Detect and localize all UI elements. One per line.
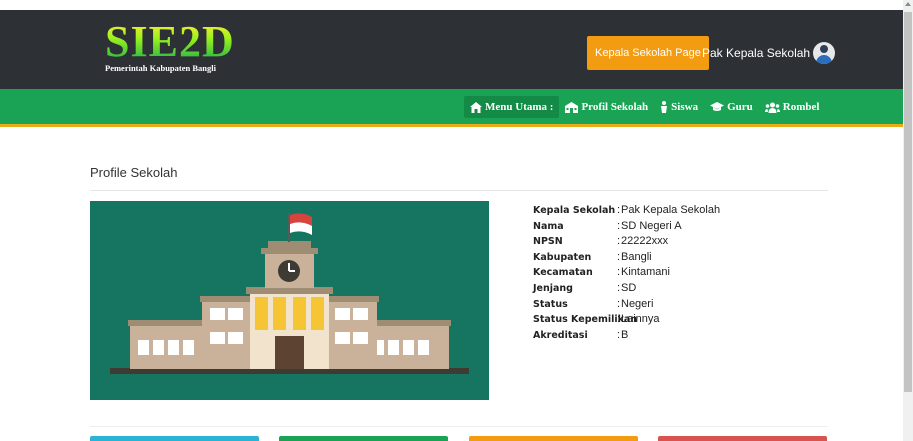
nav-siswa-label: Siswa (671, 101, 699, 113)
info-row-akreditasi: Akreditasi : B (533, 328, 720, 344)
info-row-jenjang: Jenjang : SD (533, 281, 720, 297)
info-row-status: Status : Negeri (533, 297, 720, 313)
user-name: Pak Kepala Sekolah (702, 46, 811, 60)
info-label: Status Kepemilikan (533, 314, 638, 326)
nav-guru-label: Guru (727, 101, 753, 113)
logo-subtitle: Pemerintah Kabupaten Bangli (105, 63, 216, 73)
nav-rombel[interactable]: Rombel (759, 96, 826, 118)
info-value: Pak Kepala Sekolah (621, 204, 721, 216)
nav-siswa[interactable]: Siswa (654, 96, 704, 118)
school-icon (565, 101, 579, 113)
info-row-kabupaten: Kabupaten : Bangli (533, 250, 720, 266)
profile-info-table: Kepala Sekolah : Pak Kepala Sekolah Nama… (533, 203, 720, 343)
page-scrollbar[interactable] (903, 0, 913, 441)
info-value: SD (621, 281, 637, 294)
home-icon (470, 101, 482, 113)
info-value: SD Negeri A (621, 219, 682, 232)
info-value: 22222xxx (621, 235, 669, 248)
app-logo[interactable]: SIE2D Pemerintah Kabupaten Bangli (105, 17, 235, 74)
info-value: Negeri (621, 297, 654, 310)
nav-menu-utama[interactable]: Menu Utama : (464, 96, 560, 118)
stat-card-red[interactable] (658, 436, 827, 441)
nav-guru[interactable]: Guru (704, 96, 759, 118)
nav-profil-sekolah-label: Profil Sekolah (581, 101, 649, 113)
section-divider (90, 426, 828, 427)
avatar-icon (813, 42, 836, 64)
scroll-thumb[interactable] (904, 12, 912, 392)
main-navbar: Menu Utama : Profil Sekolah Siswa Guru R… (0, 89, 903, 127)
info-label: Jenjang (533, 282, 573, 294)
info-label: Nama (533, 220, 564, 232)
student-icon (661, 101, 668, 113)
stat-card-green[interactable] (279, 436, 448, 441)
title-divider (90, 190, 828, 191)
info-label: Kepala Sekolah (533, 205, 616, 216)
stat-card-orange[interactable] (469, 436, 638, 441)
info-row-npsn: NPSN : 22222xxx (533, 234, 720, 250)
school-building-image (90, 201, 489, 400)
nav-menu-utama-label: Menu Utama : (485, 101, 554, 113)
info-value: Kintamani (621, 266, 670, 279)
info-label: Akreditasi (533, 329, 588, 341)
info-row-nama: Nama : SD Negeri A (533, 219, 720, 235)
top-header: SIE2D Pemerintah Kabupaten Bangli Kepala… (0, 10, 903, 89)
info-label: Status (533, 298, 568, 310)
info-value: B (621, 328, 629, 341)
user-menu[interactable]: Pak Kepala Sekolah (702, 38, 836, 68)
graduation-cap-icon (710, 102, 725, 111)
info-value: Bangli (621, 250, 652, 263)
nav-profil-sekolah[interactable]: Profil Sekolah (559, 96, 654, 118)
kepala-sekolah-page-button[interactable]: Kepala Sekolah Page (587, 36, 709, 70)
info-label: Kecamatan (533, 267, 593, 279)
users-icon (764, 102, 780, 113)
logo-title: SIE2D (105, 17, 235, 66)
stat-card-blue[interactable] (90, 436, 259, 441)
info-row-kecamatan: Kecamatan : Kintamani (533, 265, 720, 281)
info-label: Kabupaten (533, 251, 592, 263)
page-title: Profile Sekolah (90, 165, 178, 180)
info-value: Lainnya (621, 313, 660, 326)
scroll-up-arrow-icon[interactable] (905, 2, 911, 6)
nav-rombel-label: Rombel (782, 101, 820, 113)
info-label: NPSN (533, 236, 563, 248)
info-row-kepala-sekolah: Kepala Sekolah : Pak Kepala Sekolah (533, 203, 720, 219)
info-row-status-kepemilikan: Status Kepemilikan : Lainnya (533, 312, 720, 328)
